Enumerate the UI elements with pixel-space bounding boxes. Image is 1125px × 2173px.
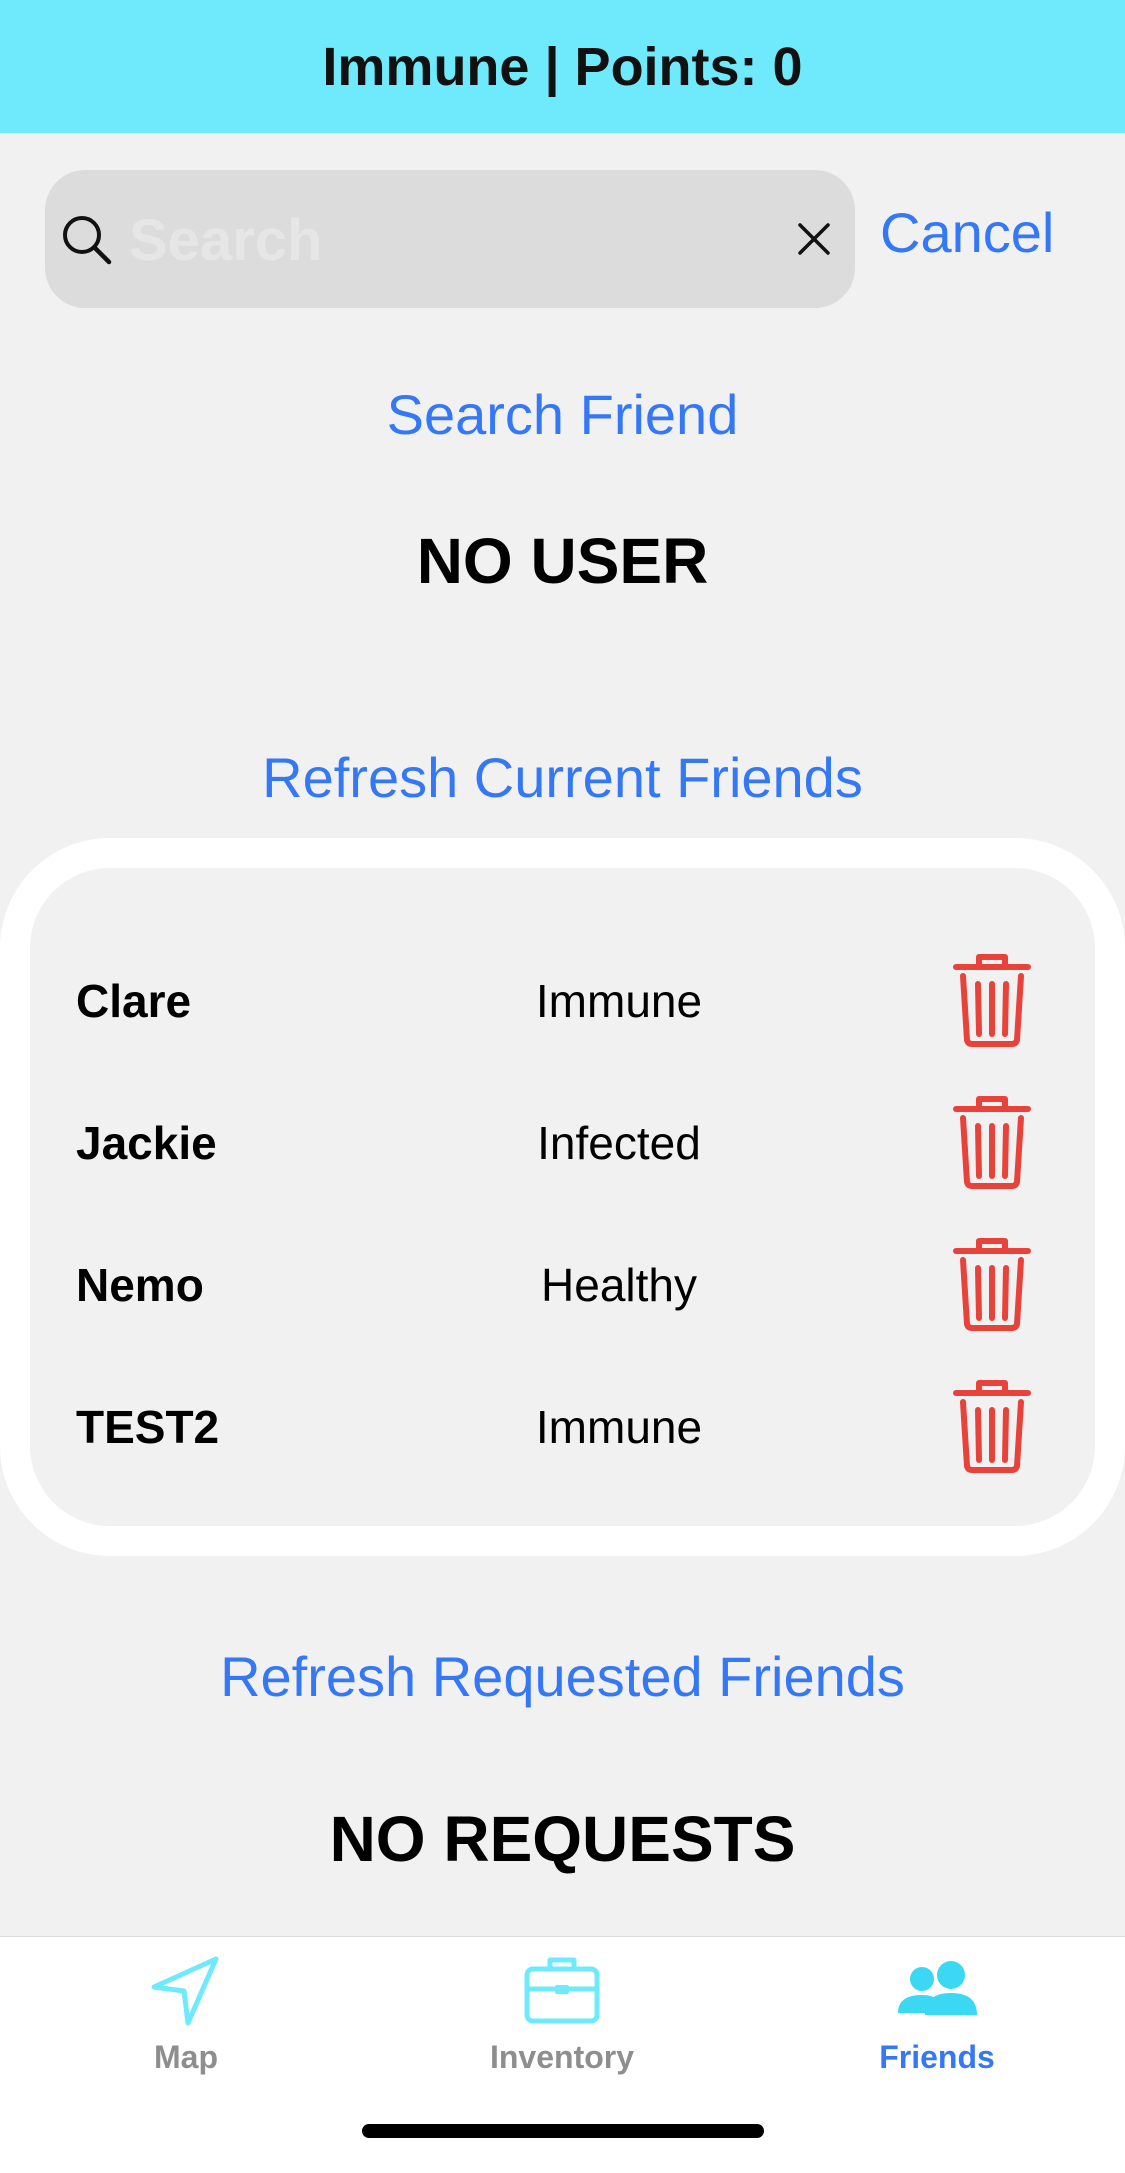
briefcase-icon: [524, 1957, 600, 2024]
friend-status: Healthy: [541, 1259, 697, 1311]
friend-status: Immune: [535, 1401, 703, 1453]
tab-friends[interactable]: Friends: [787, 1937, 1087, 2117]
cancel-button[interactable]: Cancel: [880, 200, 1054, 265]
search-bar[interactable]: [45, 170, 855, 308]
friend-row: Nemo Healthy: [30, 1234, 1095, 1334]
friend-name: Clare: [76, 975, 192, 1027]
trash-icon[interactable]: [952, 1236, 1032, 1332]
trash-icon[interactable]: [952, 952, 1032, 1048]
refresh-current-friends-button[interactable]: Refresh Current Friends: [0, 745, 1125, 810]
home-indicator: [362, 2124, 764, 2138]
tab-inventory[interactable]: Inventory: [412, 1937, 712, 2117]
current-friends-list: Clare Immune Jackie Infected Nemo Health…: [0, 838, 1125, 1556]
friend-name: TEST2: [76, 1401, 220, 1453]
clear-icon[interactable]: [793, 218, 835, 260]
search-friend-button[interactable]: Search Friend: [0, 382, 1125, 447]
tab-map[interactable]: Map: [36, 1937, 336, 2117]
friend-name: Nemo: [76, 1259, 204, 1311]
tab-label: Inventory: [489, 2039, 635, 2075]
people-icon: [898, 1961, 977, 2015]
header-title: Immune | Points: 0: [322, 36, 803, 97]
friend-status: Infected: [537, 1117, 701, 1169]
trash-icon[interactable]: [952, 1378, 1032, 1474]
friend-row: Jackie Infected: [30, 1092, 1095, 1192]
friend-row: TEST2 Immune: [30, 1376, 1095, 1476]
refresh-requested-friends-button[interactable]: Refresh Requested Friends: [0, 1644, 1125, 1709]
location-arrow-icon: [151, 1956, 219, 2026]
tab-label: Map: [154, 2039, 218, 2075]
requests-label: NO REQUESTS: [329, 1803, 796, 1875]
search-result-label: NO USER: [416, 525, 709, 597]
search-icon: [63, 216, 112, 265]
app-header: Immune | Points: 0: [0, 0, 1125, 133]
search-input[interactable]: [127, 198, 771, 282]
friend-row: Clare Immune: [30, 950, 1095, 1050]
friend-status: Immune: [535, 975, 703, 1027]
tab-label: Friends: [879, 2039, 995, 2075]
friend-name: Jackie: [76, 1117, 217, 1169]
trash-icon[interactable]: [952, 1094, 1032, 1190]
